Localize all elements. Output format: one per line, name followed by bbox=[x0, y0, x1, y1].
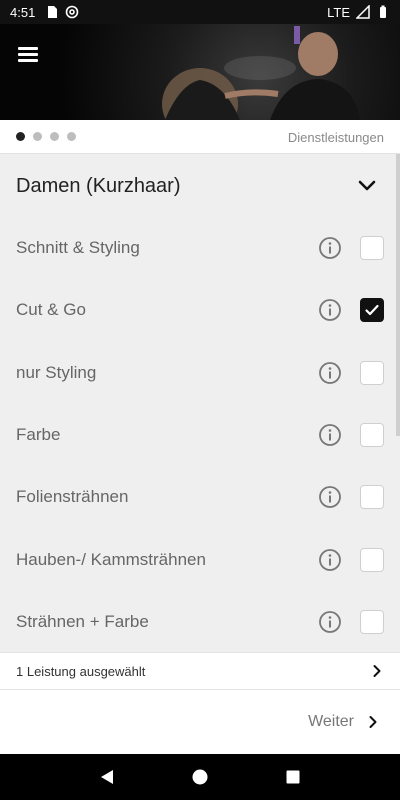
at-sign-icon bbox=[66, 5, 79, 19]
service-label: Cut & Go bbox=[16, 300, 86, 320]
network-type: LTE bbox=[327, 4, 350, 20]
chevron-right-icon bbox=[369, 716, 377, 728]
recents-square-icon bbox=[286, 770, 300, 784]
service-row: nur Styling bbox=[0, 342, 400, 404]
next-button[interactable]: Weiter bbox=[308, 713, 380, 731]
sd-card-icon bbox=[48, 6, 58, 18]
info-icon[interactable] bbox=[318, 298, 342, 322]
battery-icon bbox=[380, 5, 386, 18]
page-title: Dienstleistungen bbox=[287, 130, 384, 145]
service-checkbox[interactable] bbox=[360, 298, 384, 323]
back-triangle-icon bbox=[100, 770, 113, 784]
service-panel: Damen (Kurzhaar) Schnitt & Styling Cut &… bbox=[0, 154, 400, 652]
service-label: Foliensträhnen bbox=[16, 487, 129, 507]
page-dot[interactable] bbox=[67, 132, 76, 141]
service-row: Schnitt & Styling bbox=[0, 217, 400, 279]
info-icon[interactable] bbox=[318, 361, 342, 385]
page-indicator bbox=[16, 132, 76, 141]
page-dot[interactable] bbox=[16, 132, 25, 141]
service-row: Strähnen + Farbe bbox=[0, 591, 400, 653]
service-checkbox[interactable] bbox=[360, 485, 384, 510]
home-button[interactable] bbox=[188, 765, 212, 789]
service-label: Strähnen + Farbe bbox=[16, 611, 149, 631]
page-dot[interactable] bbox=[33, 132, 42, 141]
category-title: Damen (Kurzhaar) bbox=[16, 174, 181, 197]
status-time: 4:51 bbox=[10, 4, 36, 20]
status-bar: 4:51 LTE bbox=[0, 0, 400, 24]
service-label: nur Styling bbox=[16, 362, 97, 382]
service-checkbox[interactable] bbox=[360, 423, 384, 448]
chevron-down-icon[interactable] bbox=[358, 177, 376, 195]
hero-image bbox=[0, 24, 400, 120]
service-checkbox[interactable] bbox=[360, 360, 384, 385]
info-icon[interactable] bbox=[318, 548, 342, 572]
service-label: Farbe bbox=[16, 425, 61, 445]
info-icon[interactable] bbox=[318, 423, 342, 447]
recents-button[interactable] bbox=[281, 765, 305, 789]
info-icon[interactable] bbox=[318, 236, 342, 260]
service-label: Schnitt & Styling bbox=[16, 238, 140, 258]
service-row: Farbe bbox=[0, 404, 400, 466]
service-row: Foliensträhnen bbox=[0, 466, 400, 528]
page-dot[interactable] bbox=[50, 132, 59, 141]
service-checkbox[interactable] bbox=[360, 236, 384, 261]
next-label: Weiter bbox=[308, 713, 354, 730]
category-header[interactable]: Damen (Kurzhaar) bbox=[0, 154, 400, 218]
menu-icon[interactable] bbox=[16, 42, 40, 66]
service-row: Hauben-/ Kammsträhnen bbox=[0, 528, 400, 590]
carousel-pager: Dienstleistungen bbox=[0, 120, 400, 154]
selection-count: 1 Leistung ausgewählt bbox=[16, 663, 146, 679]
service-checkbox[interactable] bbox=[360, 547, 384, 572]
selection-summary[interactable]: 1 Leistung ausgewählt bbox=[0, 652, 400, 690]
system-nav-bar bbox=[0, 754, 400, 800]
check-icon bbox=[365, 305, 379, 316]
signal-icon bbox=[356, 5, 370, 19]
info-icon[interactable] bbox=[318, 485, 342, 509]
service-row: Cut & Go bbox=[0, 279, 400, 341]
home-circle-icon bbox=[192, 769, 208, 785]
service-label: Hauben-/ Kammsträhnen bbox=[16, 549, 206, 569]
info-icon[interactable] bbox=[318, 610, 342, 634]
service-checkbox[interactable] bbox=[360, 609, 384, 634]
footer-bar: Weiter bbox=[0, 690, 400, 754]
chevron-right-icon bbox=[373, 665, 381, 677]
back-button[interactable] bbox=[95, 765, 119, 789]
salon-photo bbox=[162, 26, 360, 120]
service-list: Schnitt & Styling Cut & Go nur Styling F… bbox=[0, 217, 400, 653]
